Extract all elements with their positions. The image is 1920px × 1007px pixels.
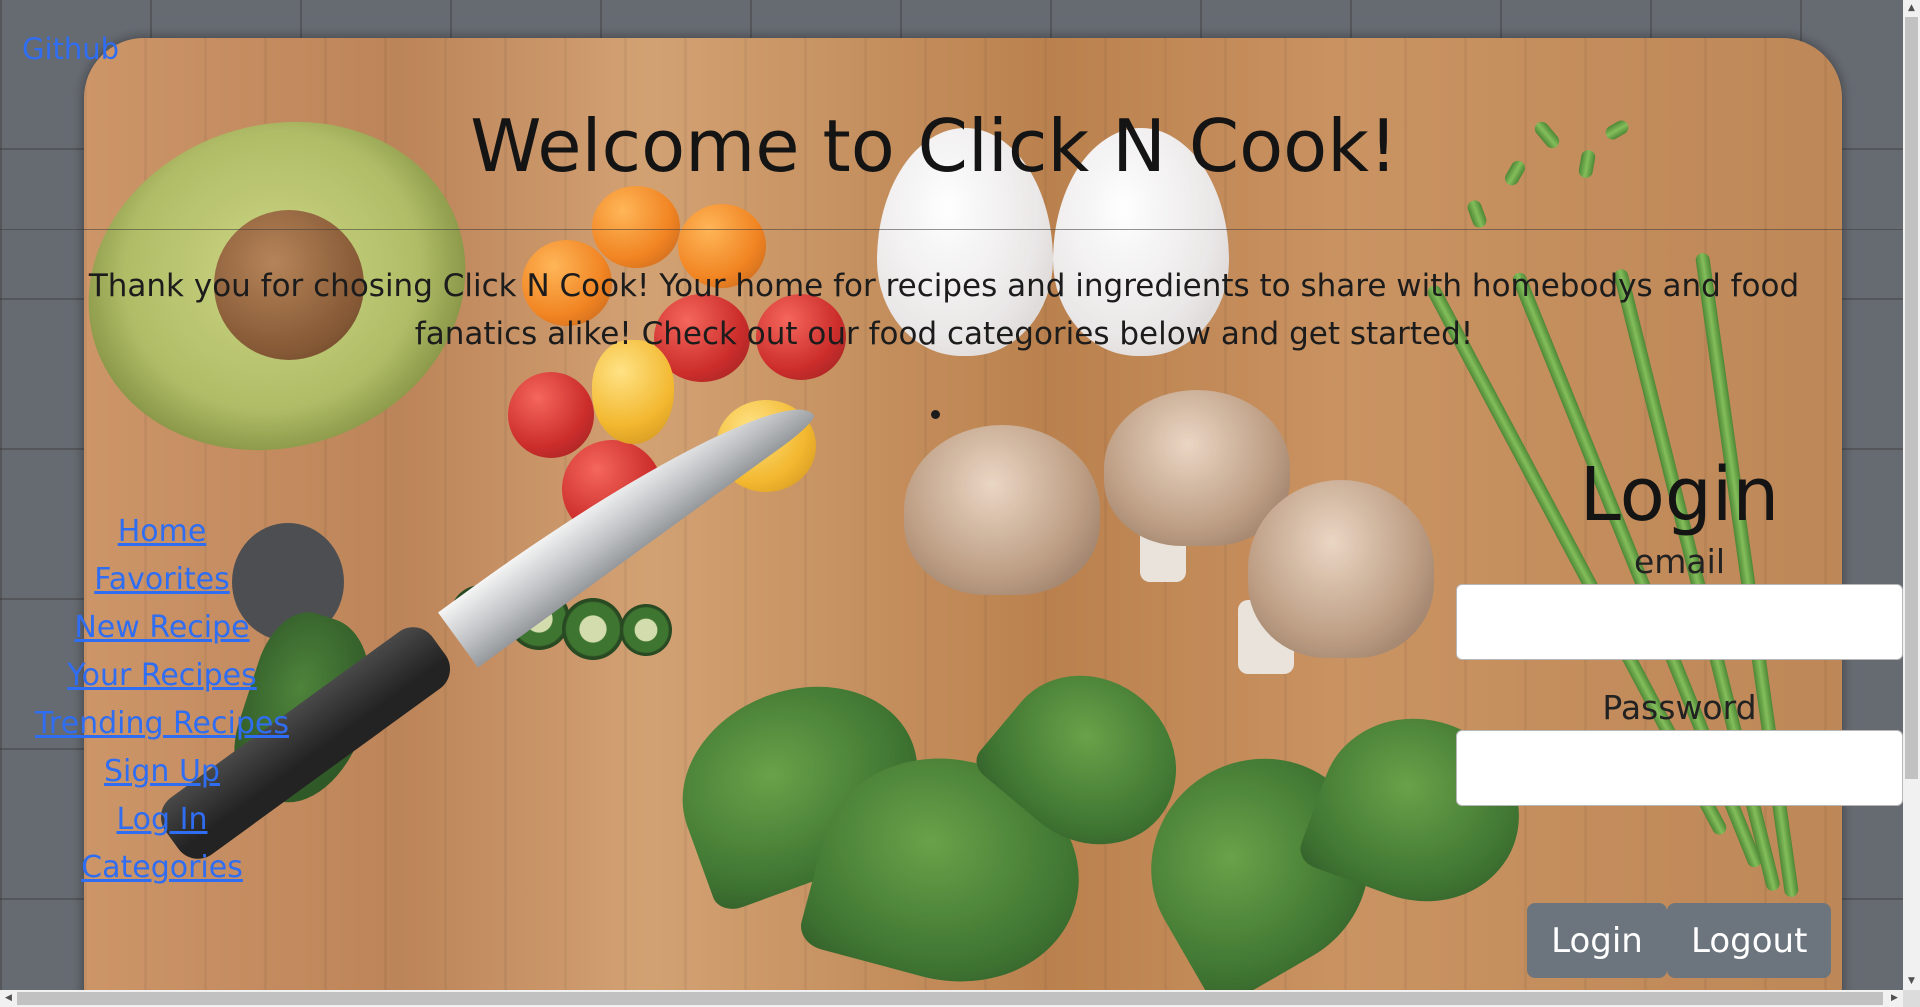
nav-link-log-in[interactable]: Log In <box>0 796 324 844</box>
scrollbar-corner <box>1903 990 1920 1007</box>
scroll-right-arrow-icon[interactable]: ▶ <box>1886 990 1903 1007</box>
page-content: Github Welcome to Click N Cook! Thank yo… <box>0 0 1920 1007</box>
email-label: email <box>1633 542 1725 581</box>
side-nav: Home Favorites New Recipe Your Recipes T… <box>0 508 324 892</box>
scroll-down-arrow-icon[interactable]: ▼ <box>1903 973 1920 990</box>
scroll-up-arrow-icon[interactable]: ▲ <box>1903 0 1920 17</box>
horizontal-scroll-thumb[interactable] <box>17 992 1883 1005</box>
login-title: Login <box>1579 452 1780 538</box>
nav-link-favorites[interactable]: Favorites <box>0 556 324 604</box>
login-form: Login email Password <box>1456 450 1903 806</box>
nav-link-your-recipes[interactable]: Your Recipes <box>0 652 324 700</box>
vertical-scroll-thumb[interactable] <box>1905 17 1918 779</box>
email-input[interactable] <box>1456 584 1903 660</box>
horizontal-scrollbar[interactable]: ◀ ▶ <box>0 990 1903 1007</box>
nav-link-sign-up[interactable]: Sign Up <box>0 748 324 796</box>
list-bullet <box>931 410 940 419</box>
intro-text: Thank you for chosing Click N Cook! Your… <box>88 268 1800 352</box>
header-divider <box>0 229 1905 230</box>
login-button[interactable]: Login <box>1527 903 1667 978</box>
nav-link-categories[interactable]: Categories <box>0 844 324 892</box>
scroll-left-arrow-icon[interactable]: ◀ <box>0 990 17 1007</box>
vertical-scrollbar[interactable]: ▲ ▼ <box>1903 0 1920 990</box>
github-link[interactable]: Github <box>22 32 119 66</box>
nav-link-home[interactable]: Home <box>0 508 324 556</box>
password-input[interactable] <box>1456 730 1903 806</box>
auth-buttons: Login Logout <box>1527 903 1831 978</box>
password-label: Password <box>1602 688 1757 727</box>
page-title: Welcome to Click N Cook! <box>470 104 1398 188</box>
logout-button[interactable]: Logout <box>1667 903 1831 978</box>
nav-link-new-recipe[interactable]: New Recipe <box>0 604 324 652</box>
nav-link-trending-recipes[interactable]: Trending Recipes <box>0 700 324 748</box>
